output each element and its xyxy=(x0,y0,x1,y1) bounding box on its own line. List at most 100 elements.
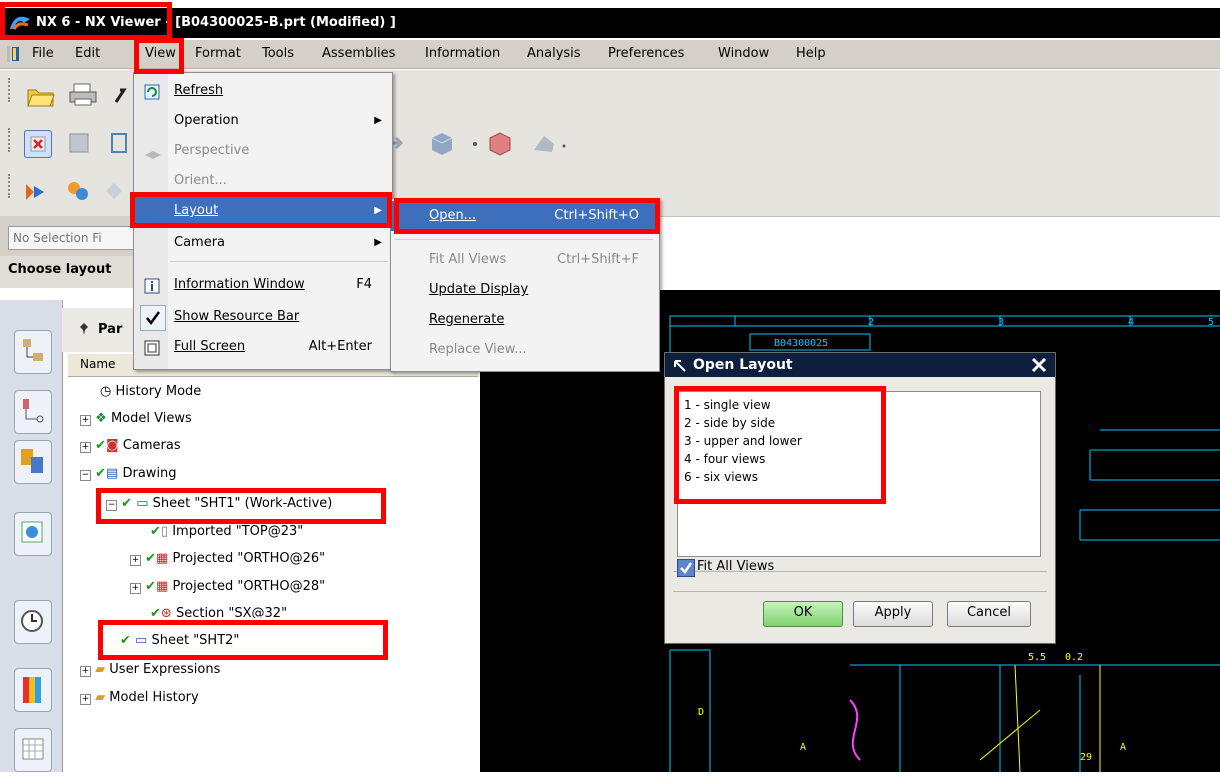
menu-item-regenerate[interactable]: Regenerate xyxy=(391,305,659,335)
zoom-icon[interactable] xyxy=(66,130,92,156)
info-icon xyxy=(144,277,160,305)
history-palette-tab[interactable] xyxy=(14,600,52,644)
menu-item-operation[interactable]: Operation ▶ xyxy=(134,107,392,135)
fit-all-views-checkbox[interactable] xyxy=(677,559,695,577)
collapse-icon[interactable]: − xyxy=(106,500,117,511)
projected-view-icon: ▦ xyxy=(156,579,169,594)
layout-option[interactable]: 2 - side by side xyxy=(684,416,775,430)
wireframe-icon[interactable] xyxy=(530,130,566,156)
assembly-navigator-tab[interactable] xyxy=(14,330,52,374)
tree-node-cameras[interactable]: + ✔◙ Cameras xyxy=(80,438,181,453)
tree-node-projected-28[interactable]: + ✔▦ Projected "ORTHO@28" xyxy=(130,579,325,594)
menu-item-update-display[interactable]: Update Display xyxy=(391,275,659,305)
menu-separator xyxy=(395,239,653,240)
red-cube-icon[interactable] xyxy=(486,130,512,156)
tree-node-sheet-sht1[interactable]: − ✔ ▭ Sheet "SHT1" (Work-Active) xyxy=(106,496,332,511)
menu-assemblies[interactable]: Assemblies xyxy=(322,46,395,61)
menu-item-perspective[interactable]: Perspective xyxy=(134,137,392,165)
expand-icon[interactable]: + xyxy=(80,694,91,705)
menu-item-label: Camera xyxy=(174,235,226,250)
menu-analysis[interactable]: Analysis xyxy=(527,46,581,61)
fit-view-icon[interactable] xyxy=(24,130,52,158)
menu-file[interactable]: File xyxy=(32,46,54,61)
tree-node-drawing[interactable]: − ✔▤ Drawing xyxy=(80,466,177,481)
check-icon: ✔ xyxy=(145,579,157,594)
print-icon[interactable] xyxy=(68,82,97,108)
select-face-icon[interactable] xyxy=(104,178,130,204)
menu-item-shortcut: F4 xyxy=(356,277,372,292)
menu-format[interactable]: Format xyxy=(195,46,241,61)
menu-edit[interactable]: Edit xyxy=(75,46,100,61)
expand-icon[interactable]: + xyxy=(130,583,141,594)
roles-tab[interactable] xyxy=(14,728,52,772)
tree-node-label: Sheet "SHT2" xyxy=(151,633,240,648)
menu-item-label: Layout xyxy=(174,203,219,218)
menu-item-camera[interactable]: Camera ▶ xyxy=(134,229,392,257)
collapse-icon[interactable]: − xyxy=(80,470,91,481)
layout-option[interactable]: 6 - six views xyxy=(684,470,758,484)
system-materials-tab[interactable] xyxy=(14,668,52,712)
dimension-label: D xyxy=(698,707,704,718)
check-icon: ✔ xyxy=(95,438,107,453)
menu-item-fit-all-views[interactable]: Fit All Views Ctrl+Shift+F xyxy=(391,245,659,275)
menu-item-label: Fit All Views xyxy=(429,252,507,267)
select-feature-icon[interactable] xyxy=(64,178,90,204)
tree-node-history-mode[interactable]: ◷ History Mode xyxy=(100,384,201,399)
tree-node-user-expressions[interactable]: + ▰ User Expressions xyxy=(80,662,220,677)
check-icon: ✔ xyxy=(145,551,157,566)
menu-item-replace-view[interactable]: Replace View... xyxy=(391,335,659,365)
menu-item-label: Regenerate xyxy=(429,312,505,327)
tree-node-imported-top[interactable]: ✔▯ Imported "TOP@23" xyxy=(150,524,303,539)
tree-node-projected-26[interactable]: + ✔▦ Projected "ORTHO@26" xyxy=(130,551,325,566)
menu-window[interactable]: Window xyxy=(718,46,769,61)
menu-item-information-window[interactable]: Information Window F4 xyxy=(134,271,392,299)
expand-icon[interactable]: + xyxy=(80,415,91,426)
select-arrow-icon[interactable] xyxy=(22,178,48,204)
menu-preferences[interactable]: Preferences xyxy=(608,46,684,61)
menu-item-label: Open... xyxy=(429,208,477,223)
tree-node-label: Model Views xyxy=(110,411,192,426)
tree-node-model-history[interactable]: + ▰ Model History xyxy=(80,690,199,705)
shaded-cube-icon[interactable] xyxy=(428,130,454,156)
tree-node-label: History Mode xyxy=(115,384,202,399)
menu-item-orient[interactable]: Orient... xyxy=(134,167,392,195)
menu-view[interactable]: View xyxy=(145,46,176,61)
dialog-arrow-icon xyxy=(673,357,687,381)
window-title: NX 6 - NX Viewer - [B04300025-B.prt (Mod… xyxy=(36,15,396,30)
folder-icon: ▰ xyxy=(95,690,106,705)
expand-icon[interactable]: + xyxy=(130,555,141,566)
fullscreen-icon xyxy=(144,339,160,367)
ok-button[interactable]: OK xyxy=(763,601,843,627)
tree-node-label: Projected "ORTHO@28" xyxy=(172,579,326,594)
selection-filter-input[interactable] xyxy=(8,226,148,250)
expand-icon[interactable]: + xyxy=(80,666,91,677)
menu-item-refresh[interactable]: Refresh xyxy=(134,77,392,105)
open-folder-icon[interactable] xyxy=(26,82,55,108)
tree-node-sheet-sht2[interactable]: ✔ ▭ Sheet "SHT2" xyxy=(120,633,239,648)
layout-list[interactable]: 1 - single view 2 - side by side 3 - upp… xyxy=(677,391,1041,557)
tree-node-section-sx[interactable]: ✔⊛ Section "SX@32" xyxy=(150,606,287,618)
close-icon[interactable] xyxy=(1029,355,1049,375)
check-icon: ✔ xyxy=(150,606,161,618)
pin-icon[interactable] xyxy=(78,322,90,340)
menu-separator xyxy=(170,261,388,262)
menu-information[interactable]: Information xyxy=(425,46,500,61)
layout-option[interactable]: 1 - single view xyxy=(684,398,771,412)
web-browser-tab[interactable] xyxy=(14,512,52,556)
constraint-navigator-tab[interactable] xyxy=(14,390,52,434)
cancel-button[interactable]: Cancel xyxy=(947,601,1031,627)
apply-button[interactable]: Apply xyxy=(853,601,933,627)
tree-node-model-views[interactable]: + ❖ Model Views xyxy=(80,411,192,426)
layout-option[interactable]: 4 - four views xyxy=(684,452,765,466)
menu-help[interactable]: Help xyxy=(796,46,826,61)
expand-icon[interactable]: + xyxy=(80,442,91,453)
part-navigator-tab[interactable] xyxy=(14,440,52,484)
menu-item-layout[interactable]: Layout ▶ xyxy=(134,197,392,225)
menu-item-full-screen[interactable]: Full Screen Alt+Enter xyxy=(134,333,392,361)
menu-item-show-resource-bar[interactable]: Show Resource Bar xyxy=(134,303,392,331)
menu-item-label: Update Display xyxy=(429,282,529,297)
menu-item-open-layout[interactable]: Open... Ctrl+Shift+O xyxy=(391,201,659,231)
dialog-title-bar[interactable]: Open Layout xyxy=(665,353,1055,377)
layout-option[interactable]: 3 - upper and lower xyxy=(684,434,802,448)
menu-tools[interactable]: Tools xyxy=(262,46,294,61)
